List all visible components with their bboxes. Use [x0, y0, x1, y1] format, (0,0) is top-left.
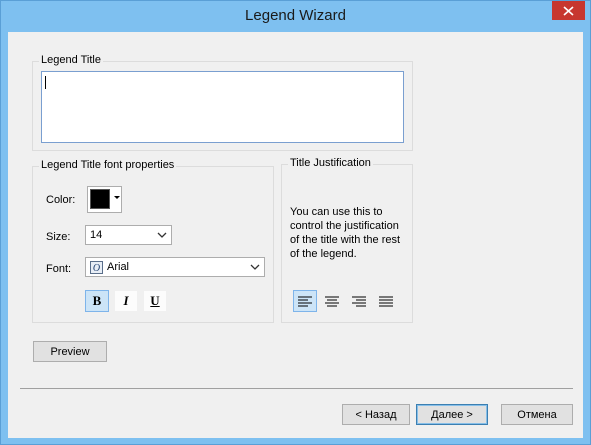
justify-full-button[interactable] [374, 290, 398, 312]
bold-button[interactable]: B [85, 290, 109, 312]
opentype-font-icon: O [90, 261, 103, 274]
align-left-icon [298, 296, 312, 306]
close-button[interactable] [552, 1, 585, 20]
align-center-icon [325, 296, 339, 306]
size-label: Size: [46, 231, 71, 243]
description-line: of the legend. [290, 248, 357, 260]
underline-button[interactable]: U [143, 290, 167, 312]
svg-text:O: O [93, 263, 100, 274]
align-justify-icon [379, 296, 393, 306]
justify-left-button[interactable] [293, 290, 317, 312]
justify-center-button[interactable] [320, 290, 344, 312]
title-bar[interactable]: Legend Wizard [1, 1, 590, 32]
chevron-down-icon [250, 264, 260, 270]
color-label: Color: [46, 194, 76, 206]
next-button[interactable]: Далее > [416, 404, 488, 425]
cancel-button[interactable]: Отмена [501, 404, 573, 425]
color-swatch [90, 189, 110, 209]
back-button[interactable]: < Назад [342, 404, 410, 425]
font-properties-group: Legend Title font properties Color: Size… [32, 159, 274, 323]
description-line: You can use this to [290, 206, 383, 218]
color-picker-button[interactable] [87, 186, 122, 213]
font-value: Arial [107, 261, 130, 273]
bold-icon: B [92, 293, 102, 308]
justification-description: You can use this to control the justific… [290, 205, 400, 261]
italic-icon: I [123, 293, 129, 308]
size-value: 14 [90, 229, 103, 241]
title-justification-group: Title Justification You can use this to … [281, 157, 413, 323]
legend-title-input[interactable] [41, 71, 404, 143]
dialog-body: Legend Title Legend Title font propertie… [8, 32, 583, 438]
chevron-down-icon [157, 232, 167, 238]
font-select[interactable]: O Arial [85, 257, 265, 277]
footer-separator [20, 388, 573, 389]
align-right-icon [352, 296, 366, 306]
description-line: control the justification [290, 220, 399, 232]
legend-wizard-window: Legend Wizard Legend Title Legend Title … [0, 0, 591, 445]
text-caret [45, 76, 46, 89]
description-line: of the title with the rest [290, 234, 401, 246]
legend-title-group: Legend Title [32, 54, 413, 151]
font-properties-group-label: Legend Title font properties [39, 159, 177, 171]
underline-icon: U [150, 293, 160, 308]
dropdown-arrow-icon [114, 196, 120, 199]
size-select[interactable]: 14 [85, 225, 172, 245]
window-title: Legend Wizard [245, 7, 346, 24]
legend-title-group-label: Legend Title [39, 54, 103, 66]
close-icon [563, 5, 574, 16]
font-label: Font: [46, 263, 72, 275]
title-justification-group-label: Title Justification [288, 157, 373, 169]
preview-button[interactable]: Preview [33, 341, 107, 362]
justify-right-button[interactable] [347, 290, 371, 312]
italic-button[interactable]: I [114, 290, 138, 312]
